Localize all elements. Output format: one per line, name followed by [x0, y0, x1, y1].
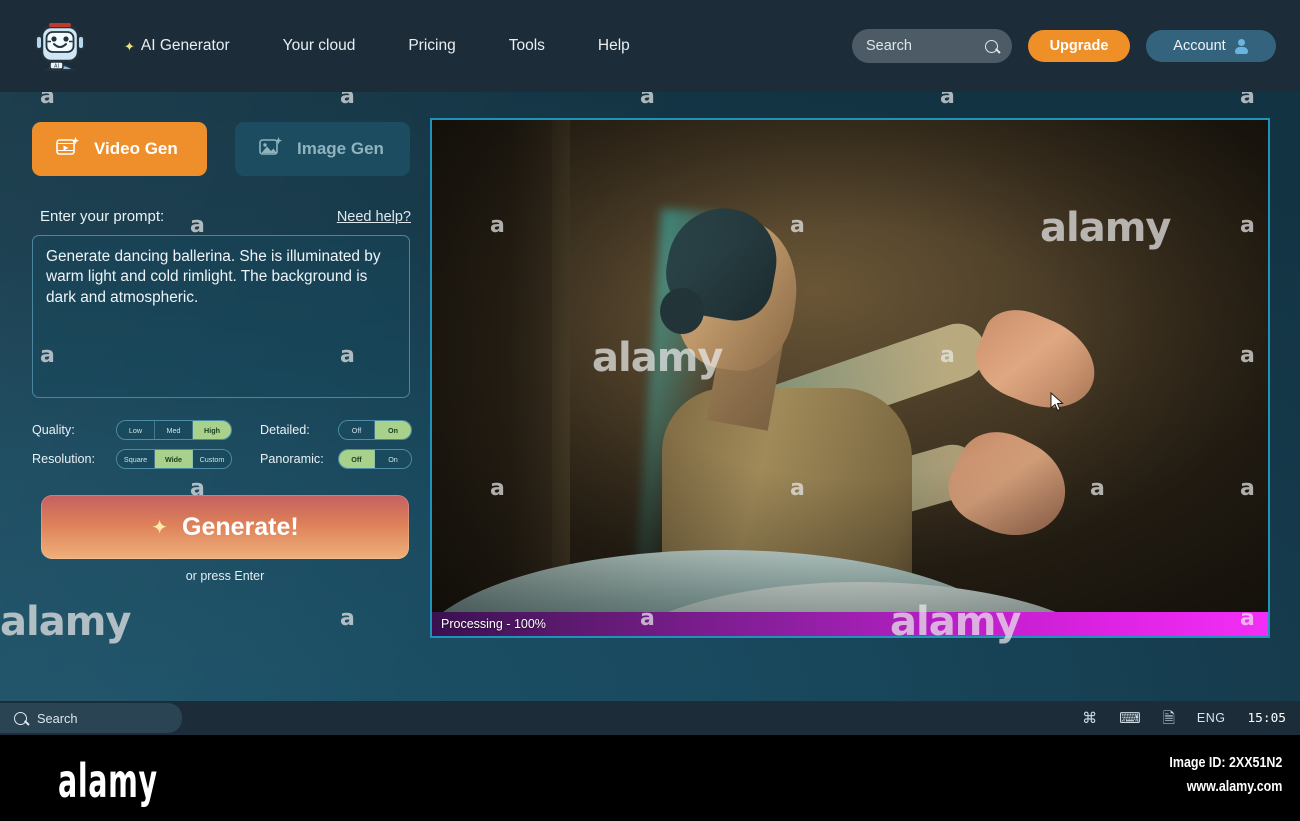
detailed-option-off[interactable]: Off — [339, 421, 375, 439]
setting-resolution: Resolution: Square Wide Custom — [32, 449, 232, 469]
detailed-option-on[interactable]: On — [375, 421, 411, 439]
robot-head-logo[interactable]: AI — [30, 16, 90, 76]
language-indicator[interactable]: ENG — [1197, 711, 1226, 725]
avatar-icon — [1235, 39, 1249, 54]
generate-button[interactable]: ✦ Generate! — [41, 495, 409, 559]
quality-option-high[interactable]: High — [193, 421, 231, 439]
setting-label: Resolution: — [32, 452, 96, 466]
svg-text:AI: AI — [54, 64, 59, 70]
nav-item-tools[interactable]: Tools — [499, 31, 555, 61]
screenshot-root: AI ✦ AI Generator Your cloud Pricing Too… — [0, 0, 1300, 821]
prompt-label: Enter your prompt: — [40, 208, 165, 225]
quality-option-med[interactable]: Med — [155, 421, 193, 439]
nav-item-pricing[interactable]: Pricing — [398, 31, 465, 61]
tab-label: Image Gen — [297, 139, 384, 158]
clock[interactable]: 15:05 — [1247, 711, 1286, 726]
tab-video-gen[interactable]: Video Gen — [32, 122, 207, 176]
app-body: Video Gen Image Gen Enter your prompt: N… — [0, 92, 1300, 701]
sparkle-icon: ✦ — [124, 38, 135, 54]
generation-panel: Video Gen Image Gen Enter your prompt: N… — [32, 122, 417, 583]
search-input[interactable]: Search — [852, 29, 1012, 63]
progress-label: Processing - 100% — [441, 617, 546, 631]
detailed-toggle[interactable]: Off On — [338, 420, 412, 440]
upgrade-button[interactable]: Upgrade — [1028, 30, 1130, 62]
main-nav: ✦ AI Generator Your cloud Pricing Tools … — [110, 31, 673, 61]
search-placeholder: Search — [866, 38, 912, 54]
document-icon[interactable]: 🗎 — [1163, 711, 1175, 726]
progress-bar: Processing - 100% — [432, 612, 1268, 636]
quality-segmented-control[interactable]: Low Med High — [116, 420, 232, 440]
prompt-input[interactable]: Generate dancing ballerina. She is illum… — [32, 235, 410, 398]
setting-panoramic: Panoramic: Off On — [260, 449, 412, 469]
search-icon — [14, 711, 27, 725]
alamy-logo: alamy — [58, 754, 158, 808]
account-button[interactable]: Account — [1146, 30, 1276, 62]
image-id: Image ID: 2XX51N2 — [1169, 755, 1282, 771]
nav-label: Your cloud — [282, 37, 356, 54]
generation-settings: Quality: Low Med High Resolution: Square — [32, 420, 417, 469]
nav-item-help[interactable]: Help — [588, 31, 640, 61]
panoramic-option-off[interactable]: Off — [339, 450, 375, 468]
resolution-option-wide[interactable]: Wide — [155, 450, 193, 468]
resolution-option-custom[interactable]: Custom — [193, 450, 231, 468]
preview-panel[interactable]: Processing - 100% — [430, 118, 1270, 638]
mode-tabs: Video Gen Image Gen — [32, 122, 417, 176]
need-help-link[interactable]: Need help? — [337, 209, 411, 225]
panoramic-toggle[interactable]: Off On — [338, 449, 412, 469]
os-taskbar: Search ⌘ ⌨ 🗎 ENG 15:05 — [0, 701, 1300, 735]
quality-option-low[interactable]: Low — [117, 421, 155, 439]
nav-label: Tools — [508, 37, 545, 54]
video-sparkle-icon — [56, 136, 80, 163]
setting-label: Panoramic: — [260, 452, 324, 466]
setting-detailed: Detailed: Off On — [260, 420, 412, 440]
taskbar-tray: ⌘ ⌨ 🗎 ENG 15:05 — [1082, 711, 1286, 726]
upgrade-label: Upgrade — [1049, 38, 1109, 54]
taskbar-search-placeholder: Search — [37, 710, 78, 726]
image-sparkle-icon — [259, 136, 283, 163]
taskbar-search[interactable]: Search — [0, 703, 182, 733]
mouse-cursor — [1050, 392, 1064, 412]
generate-hint: or press Enter — [185, 569, 265, 583]
app-header: AI ✦ AI Generator Your cloud Pricing Too… — [0, 0, 1300, 92]
resolution-option-square[interactable]: Square — [117, 450, 155, 468]
setting-label: Detailed: — [260, 423, 310, 437]
settings-column-right: Detailed: Off On Panoramic: Off On — [260, 420, 412, 469]
account-label: Account — [1173, 38, 1226, 54]
prompt-header: Enter your prompt: Need help? — [32, 208, 417, 225]
tab-image-gen[interactable]: Image Gen — [235, 122, 410, 176]
generated-image — [432, 120, 1268, 636]
setting-label: Quality: — [32, 423, 75, 437]
tab-label: Video Gen — [94, 139, 178, 158]
footer-meta: Image ID: 2XX51N2 www.alamy.com — [1151, 755, 1282, 803]
alamy-url: www.alamy.com — [1186, 779, 1282, 795]
nav-label: AI Generator — [140, 37, 230, 54]
alamy-footer-bar: alamy Image ID: 2XX51N2 www.alamy.com — [0, 735, 1300, 821]
desktop: AI ✦ AI Generator Your cloud Pricing Too… — [0, 0, 1300, 735]
search-icon — [985, 39, 998, 53]
setting-quality: Quality: Low Med High — [32, 420, 232, 440]
settings-column-left: Quality: Low Med High Resolution: Square — [32, 420, 232, 469]
command-icon[interactable]: ⌘ — [1082, 711, 1097, 726]
generate-label: Generate! — [182, 512, 299, 541]
header-actions: Search Upgrade Account — [852, 0, 1276, 92]
nav-item-ai-generator[interactable]: ✦ AI Generator — [114, 31, 240, 61]
nav-item-your-cloud[interactable]: Your cloud — [273, 31, 366, 61]
nav-label: Pricing — [408, 37, 456, 54]
keyboard-icon[interactable]: ⌨ — [1119, 711, 1141, 726]
panoramic-option-on[interactable]: On — [375, 450, 411, 468]
nav-label: Help — [597, 37, 630, 54]
resolution-segmented-control[interactable]: Square Wide Custom — [116, 449, 232, 469]
sparkle-icon: ✦ — [151, 516, 169, 539]
